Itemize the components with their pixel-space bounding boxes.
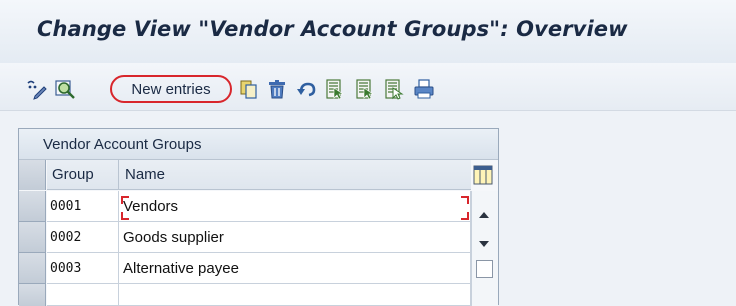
select-all-icon[interactable] xyxy=(324,78,346,100)
table-cell-group[interactable]: 0001 xyxy=(47,191,119,222)
column-header-group[interactable]: Group xyxy=(47,160,119,190)
table-cell-name[interactable]: Vendors xyxy=(119,191,471,222)
deselect-all-icon[interactable] xyxy=(383,78,405,100)
focus-marker xyxy=(121,212,129,220)
focus-marker xyxy=(461,196,469,204)
page-title: Change View "Vendor Account Groups": Ove… xyxy=(37,17,628,41)
column-header-name[interactable]: Name xyxy=(119,160,471,190)
table-cell-group[interactable]: 0002 xyxy=(47,222,119,253)
row-selector[interactable] xyxy=(19,253,46,284)
row-selector[interactable] xyxy=(19,191,46,222)
table-cell-name[interactable]: Goods supplier xyxy=(119,222,471,253)
cell-text: Vendors xyxy=(123,198,179,215)
scroll-down-icon[interactable] xyxy=(477,234,491,247)
scroll-up-icon[interactable] xyxy=(477,205,491,218)
table-control: Vendor Account Groups Group Name 0001 Ve… xyxy=(18,128,499,306)
focus-marker xyxy=(461,212,469,220)
focus-marker xyxy=(121,196,129,204)
select-block-icon[interactable] xyxy=(354,78,376,100)
copy-icon[interactable] xyxy=(238,78,260,100)
undo-icon[interactable] xyxy=(295,78,317,100)
display-change-icon[interactable] xyxy=(26,78,48,100)
title-bar: Change View "Vendor Account Groups": Ove… xyxy=(0,0,736,63)
new-entries-button[interactable]: New entries xyxy=(110,75,232,103)
row-selector[interactable] xyxy=(19,222,46,253)
table-cell-name[interactable]: Alternative payee xyxy=(119,253,471,284)
table-cell-group[interactable]: 0003 xyxy=(47,253,119,284)
print-icon[interactable] xyxy=(413,78,435,100)
table-cell-group[interactable] xyxy=(47,284,119,306)
table-title: Vendor Account Groups xyxy=(19,129,498,160)
find-icon[interactable] xyxy=(54,78,76,100)
scrollbar-thumb[interactable] xyxy=(476,260,493,278)
select-all-rows-button[interactable] xyxy=(19,160,46,190)
row-selector[interactable] xyxy=(19,284,46,306)
delete-icon[interactable] xyxy=(266,78,288,100)
table-settings-icon[interactable] xyxy=(473,165,493,185)
table-cell-name[interactable] xyxy=(119,284,471,306)
